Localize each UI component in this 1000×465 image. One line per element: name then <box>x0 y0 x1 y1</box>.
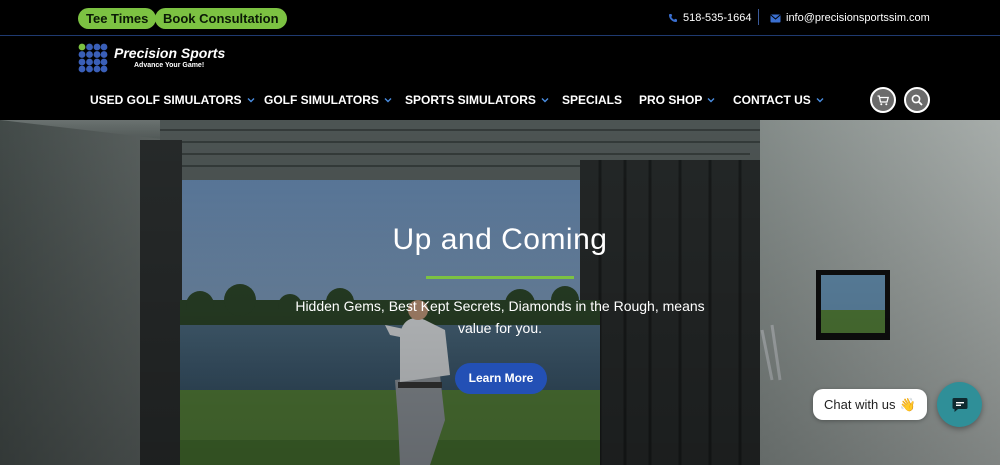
nav-item-specials[interactable]: SPECIALS <box>562 92 622 108</box>
brand-name: Precision Sports <box>114 45 226 61</box>
search-icon <box>911 94 923 106</box>
phone-icon <box>669 14 677 22</box>
site-header: Precision Sports Advance Your Game! USED… <box>0 37 1000 120</box>
nav-item-pro-shop[interactable]: PRO SHOP <box>639 92 715 108</box>
nav-item-used-golf-simulators[interactable]: USED GOLF SIMULATORS <box>90 92 255 108</box>
cart-button[interactable] <box>870 87 896 113</box>
contact-divider <box>758 9 759 25</box>
chat-prompt-bubble[interactable]: Chat with us 👋 <box>813 389 927 420</box>
brand-tagline: Advance Your Game! <box>134 62 205 69</box>
hero-divider <box>426 276 574 279</box>
nav-item-label: SPORTS SIMULATORS <box>405 93 536 107</box>
nav-item-label: PRO SHOP <box>639 93 703 107</box>
top-bar: Tee Times Book Consultation 518-535-1664… <box>0 0 1000 36</box>
nav-item-contact-us[interactable]: CONTACT US <box>733 92 824 108</box>
chevron-down-icon <box>384 98 392 103</box>
hero-title: Up and Coming <box>392 223 608 256</box>
chevron-down-icon <box>816 98 824 103</box>
nav-item-label: CONTACT US <box>733 93 811 107</box>
chat-launcher-button[interactable] <box>937 382 982 427</box>
nav-item-label: SPECIALS <box>562 93 623 107</box>
learn-more-button[interactable]: Learn More <box>455 363 547 394</box>
logo-mark-icon <box>78 43 108 73</box>
chevron-down-icon <box>707 98 715 103</box>
cart-icon <box>877 94 889 105</box>
nav-item-golf-simulators[interactable]: GOLF SIMULATORS <box>264 92 392 108</box>
email-link[interactable]: info@precisionsportssim.com <box>770 0 930 36</box>
wave-emoji-icon: 👋 <box>899 396 916 412</box>
hero-description: Hidden Gems, Best Kept Secrets, Diamonds… <box>295 298 705 336</box>
phone-link[interactable]: 518-535-1664 <box>668 0 752 36</box>
book-consultation-button[interactable]: Book Consultation <box>155 8 287 29</box>
chevron-down-icon <box>541 98 549 103</box>
nav-item-sports-simulators[interactable]: SPORTS SIMULATORS <box>405 92 549 108</box>
phone-number: 518-535-1664 <box>683 12 752 24</box>
site-logo[interactable]: Precision Sports Advance Your Game! <box>78 43 238 77</box>
email-address: info@precisionsportssim.com <box>786 12 930 24</box>
search-button[interactable] <box>904 87 930 113</box>
mail-icon <box>770 14 781 22</box>
chat-icon <box>952 397 967 412</box>
chat-prompt-label: Chat with us <box>824 397 896 412</box>
nav-item-label: USED GOLF SIMULATORS <box>90 93 242 107</box>
tee-times-button[interactable]: Tee Times <box>78 8 157 29</box>
nav-item-label: GOLF SIMULATORS <box>264 93 379 107</box>
chevron-down-icon <box>247 98 255 103</box>
